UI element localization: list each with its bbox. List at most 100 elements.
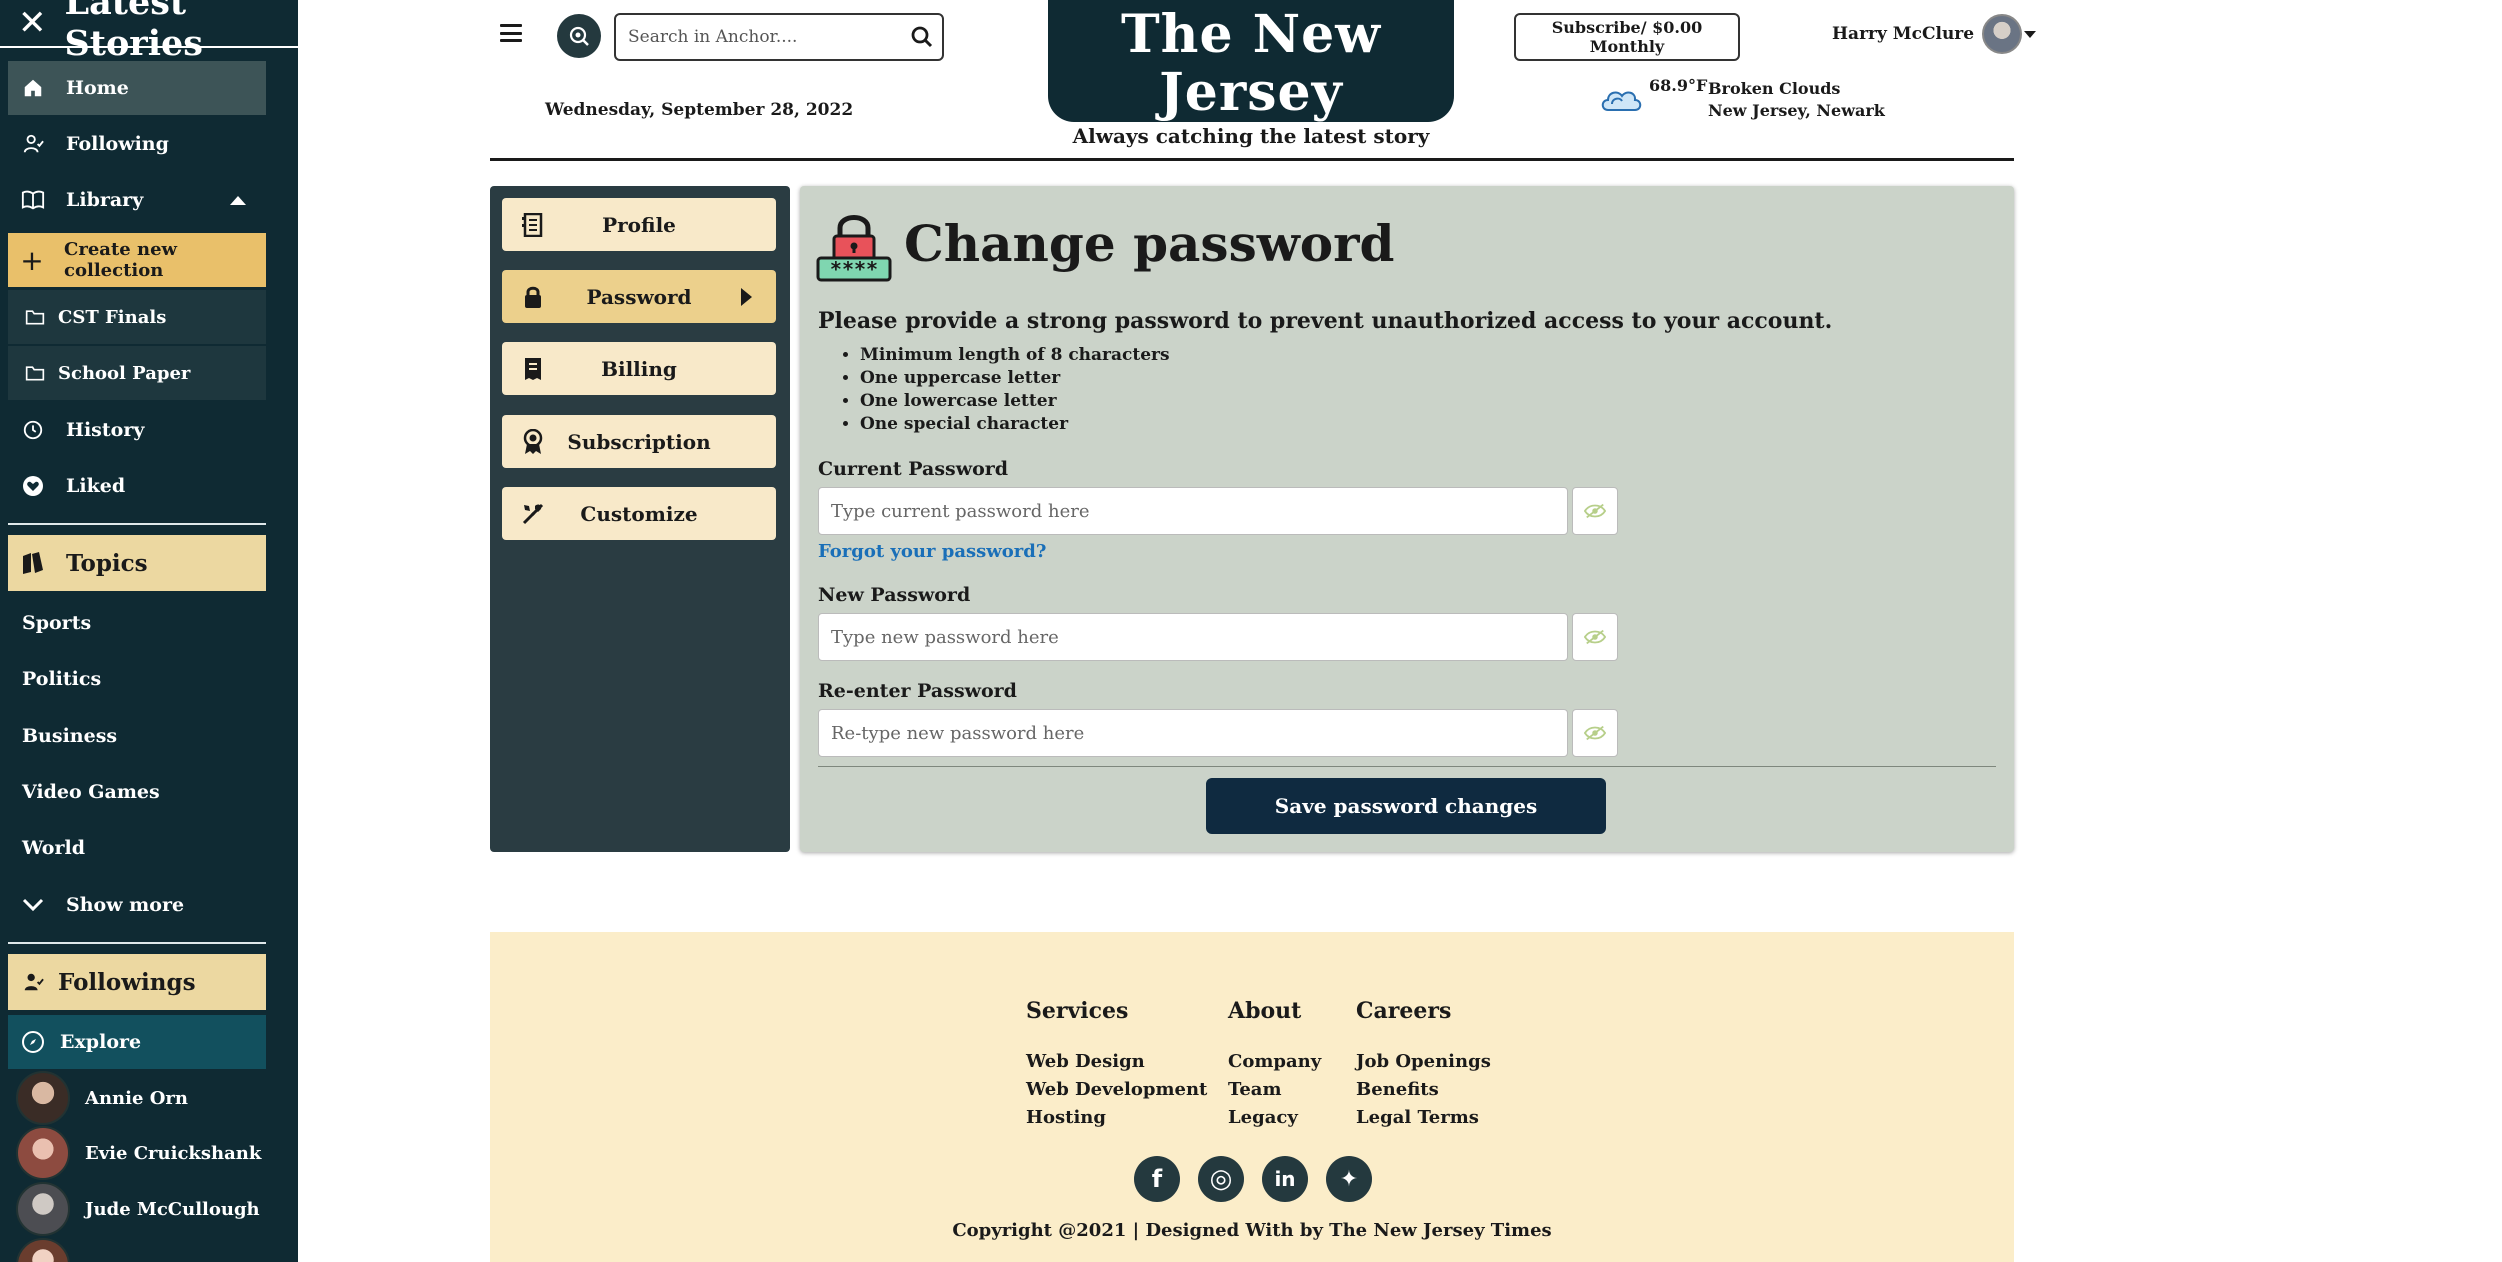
sidebar-item-following[interactable]: Following bbox=[8, 117, 266, 171]
list-item: One uppercase letter bbox=[860, 367, 1170, 390]
new-password-field[interactable] bbox=[831, 626, 1551, 648]
reenter-password-field[interactable] bbox=[831, 722, 1551, 744]
page-title: Change password bbox=[904, 214, 1395, 273]
avatar bbox=[1982, 14, 2023, 54]
sidebar-item-label: Following bbox=[66, 133, 169, 155]
collection-item[interactable]: School Paper bbox=[8, 346, 266, 400]
search-icon[interactable] bbox=[910, 25, 934, 53]
footer-link[interactable]: Web Design bbox=[1026, 1048, 1207, 1076]
following-person[interactable]: Evie Cruickshank bbox=[16, 1125, 261, 1181]
topic-item[interactable]: World bbox=[8, 821, 266, 875]
toggle-visibility-button[interactable] bbox=[1572, 613, 1618, 661]
footer-link[interactable]: Team bbox=[1228, 1076, 1321, 1104]
lock-icon bbox=[520, 284, 546, 310]
tools-icon bbox=[520, 501, 546, 527]
footer-link[interactable]: Company bbox=[1228, 1048, 1321, 1076]
close-icon[interactable]: ✕ bbox=[18, 6, 47, 40]
create-collection-button[interactable]: + Create new collection bbox=[8, 233, 266, 287]
person-name: Evie Cruickshank bbox=[85, 1142, 262, 1164]
topic-label: Sports bbox=[22, 612, 92, 634]
tab-customize[interactable]: Customize bbox=[502, 487, 776, 540]
sidebar-item-library[interactable]: Library bbox=[8, 173, 266, 227]
facebook-icon[interactable]: f bbox=[1134, 1156, 1180, 1202]
avatar bbox=[16, 1238, 70, 1262]
save-password-button[interactable]: Save password changes bbox=[1206, 778, 1606, 834]
sidebar: ✕ Latest Stories Home Following Library … bbox=[0, 0, 298, 1262]
tab-billing[interactable]: Billing bbox=[502, 342, 776, 395]
topic-item[interactable]: Politics bbox=[8, 652, 266, 706]
social-links: f ◎ in ✦ bbox=[1134, 1156, 1372, 1202]
collection-item[interactable]: CST Finals bbox=[8, 290, 266, 344]
sidebar-divider bbox=[8, 523, 266, 525]
footer-link[interactable]: Benefits bbox=[1356, 1076, 1491, 1104]
sidebar-item-home[interactable]: Home bbox=[8, 61, 266, 115]
password-intro: Please provide a strong password to prev… bbox=[818, 308, 1833, 334]
book-open-icon bbox=[20, 187, 46, 213]
plus-icon: + bbox=[20, 243, 44, 277]
search-input[interactable] bbox=[628, 27, 898, 47]
topic-item[interactable]: Business bbox=[8, 709, 266, 763]
current-password-field[interactable] bbox=[831, 500, 1551, 522]
subscribe-button[interactable]: Subscribe/ $0.00 Monthly bbox=[1514, 13, 1740, 61]
sidebar-item-label: Library bbox=[66, 189, 144, 211]
footer-link[interactable]: Job Openings bbox=[1356, 1048, 1491, 1076]
avatar bbox=[16, 1126, 70, 1180]
weather-temperature: 68.9°F bbox=[1649, 76, 1708, 95]
chevron-up-icon[interactable] bbox=[230, 195, 246, 205]
footer-link[interactable]: Web Development bbox=[1026, 1076, 1207, 1104]
following-person[interactable]: Jude McCullough bbox=[16, 1181, 260, 1237]
search-toggle-button[interactable] bbox=[557, 14, 601, 58]
following-person[interactable] bbox=[16, 1237, 85, 1262]
footer-link[interactable]: Legal Terms bbox=[1356, 1104, 1491, 1132]
tagline: Always catching the latest story bbox=[1072, 124, 1430, 148]
password-lock-icon: **** bbox=[816, 208, 892, 286]
show-more-button[interactable]: Show more bbox=[8, 878, 266, 932]
topic-item[interactable]: Video Games bbox=[8, 765, 266, 819]
collection-label: CST Finals bbox=[58, 306, 167, 328]
reenter-password-wrap bbox=[818, 709, 1568, 757]
person-name: Jude McCullough bbox=[85, 1198, 260, 1220]
receipt-icon bbox=[520, 356, 546, 382]
caret-right-icon bbox=[741, 288, 752, 306]
weather-condition: Broken Clouds bbox=[1708, 79, 1841, 98]
tab-subscription[interactable]: Subscription bbox=[502, 415, 776, 468]
topic-label: Video Games bbox=[22, 781, 160, 803]
tab-password[interactable]: Password bbox=[502, 270, 776, 323]
zoom-icon bbox=[569, 26, 589, 46]
linkedin-icon[interactable]: in bbox=[1262, 1156, 1308, 1202]
user-menu[interactable]: Harry McClure bbox=[1832, 14, 2037, 54]
books-icon bbox=[20, 550, 46, 576]
footer-column-about: About Company Team Legacy bbox=[1228, 998, 1321, 1132]
current-date: Wednesday, September 28, 2022 bbox=[545, 100, 854, 120]
forgot-password-link[interactable]: Forgot your password? bbox=[818, 541, 1046, 562]
sidebar-divider bbox=[8, 942, 266, 944]
compass-icon bbox=[20, 1029, 46, 1055]
sidebar-item-label: Home bbox=[66, 77, 129, 99]
twitter-icon[interactable]: ✦ bbox=[1326, 1156, 1372, 1202]
user-name: Harry McClure bbox=[1832, 24, 1975, 44]
topic-item[interactable]: Sports bbox=[8, 596, 266, 650]
toggle-visibility-button[interactable] bbox=[1572, 487, 1618, 535]
explore-label: Explore bbox=[60, 1031, 142, 1053]
instagram-icon[interactable]: ◎ bbox=[1198, 1156, 1244, 1202]
followings-heading-label: Followings bbox=[58, 968, 196, 996]
eye-off-icon bbox=[1584, 629, 1606, 645]
sidebar-header: ✕ Latest Stories bbox=[0, 0, 298, 64]
footer-link[interactable]: Legacy bbox=[1228, 1104, 1321, 1132]
collection-label: School Paper bbox=[58, 362, 191, 384]
sidebar-item-history[interactable]: History bbox=[8, 403, 266, 457]
chevron-down-icon bbox=[2024, 30, 2037, 38]
history-icon bbox=[20, 417, 46, 443]
tab-profile[interactable]: Profile bbox=[502, 198, 776, 251]
cloud-icon bbox=[1598, 80, 1644, 120]
user-follow-icon bbox=[20, 131, 46, 157]
menu-icon[interactable] bbox=[500, 24, 522, 42]
current-password-label: Current Password bbox=[818, 458, 1009, 480]
toggle-visibility-button[interactable] bbox=[1572, 709, 1618, 757]
footer-heading: Careers bbox=[1356, 998, 1452, 1024]
explore-button[interactable]: Explore bbox=[8, 1015, 266, 1069]
footer-link[interactable]: Hosting bbox=[1026, 1104, 1207, 1132]
sidebar-item-liked[interactable]: Liked bbox=[8, 459, 266, 513]
following-person[interactable]: Annie Orn bbox=[16, 1070, 188, 1126]
site-logo[interactable]: The New Jersey Anchor bbox=[1048, 0, 1454, 180]
